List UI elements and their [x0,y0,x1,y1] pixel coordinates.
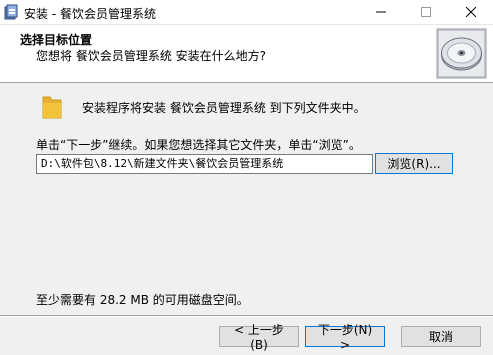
browse-button[interactable]: 浏览(R)... [375,153,453,174]
instruction-text: 单击“下一步”继续。如果您想选择其它文件夹，单击“浏览”。 [36,138,361,152]
minimize-button[interactable] [358,0,403,24]
back-button[interactable]: < 上一步(B) [219,323,299,352]
install-message: 安装程序将安装 餐饮会员管理系统 到下列文件夹中。 [82,101,366,115]
close-button[interactable] [448,0,493,24]
window-title: 安装 - 餐饮会员管理系统 [24,7,156,21]
minimize-icon [375,11,386,13]
title-bar: 安装 - 餐饮会员管理系统 [0,0,493,25]
next-button[interactable]: 下一步(N) > [305,323,385,352]
app-icon [4,4,18,20]
page-subtitle: 您想将 餐饮会员管理系统 安装在什么地方? [36,49,266,63]
maximize-icon [420,7,431,17]
destination-path-input[interactable] [36,154,373,174]
folder-icon [42,96,62,119]
page-title: 选择目标位置 [20,33,93,47]
footer-divider-highlight [0,316,493,317]
installer-window: 安装 - 餐饮会员管理系统 选择目标位置 您想将 餐饮会员管理系统 安装在什么地… [0,0,493,355]
wizard-header: 选择目标位置 您想将 餐饮会员管理系统 安装在什么地方? [0,25,493,83]
disk-space-text: 至少需要有 28.2 MB 的可用磁盘空间。 [36,293,249,307]
cancel-button[interactable]: 取消 [401,326,481,347]
maximize-button[interactable] [403,0,448,24]
cd-disc-icon [436,28,487,79]
close-icon [465,7,476,17]
